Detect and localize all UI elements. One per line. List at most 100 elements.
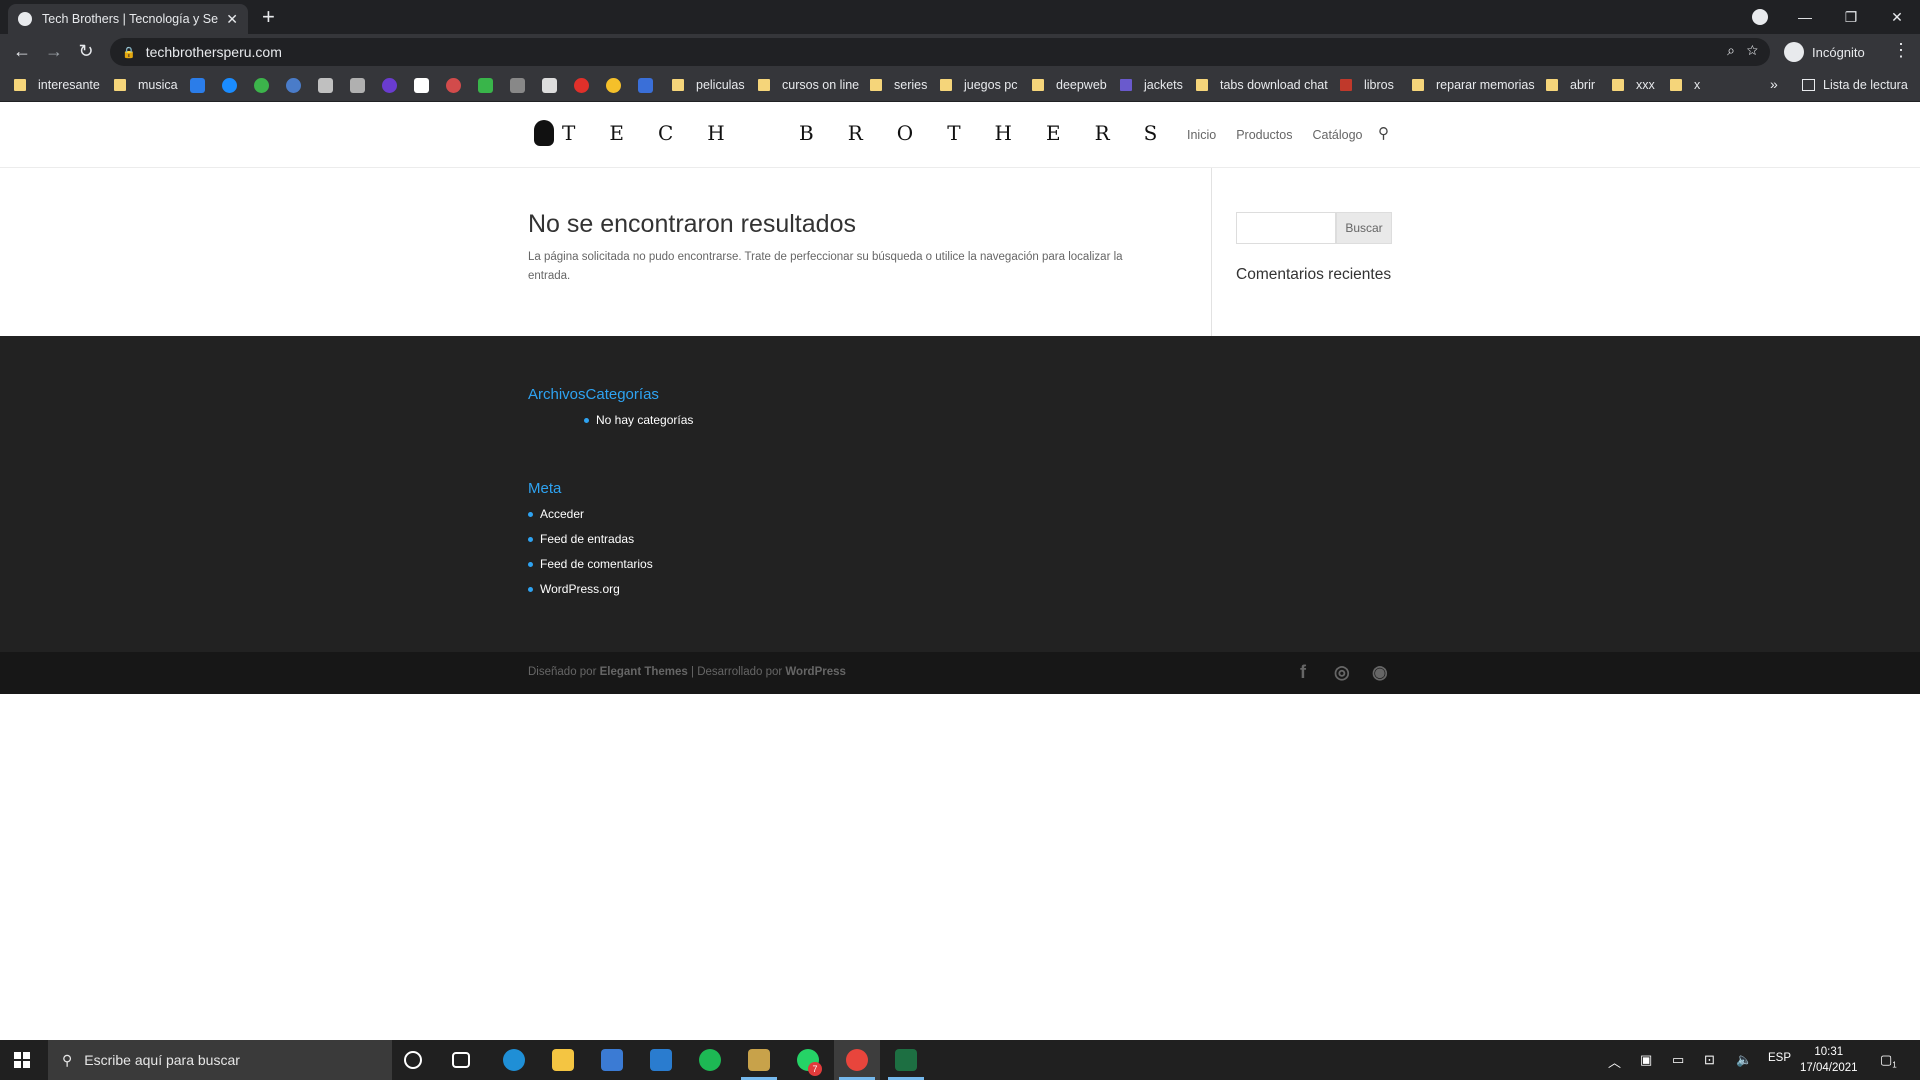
tray-chevron-icon[interactable]: ︿: [1608, 1052, 1621, 1071]
bookmark-icon[interactable]: [382, 78, 397, 93]
tray-app-icon[interactable]: ▣: [1640, 1052, 1652, 1068]
chrome-icon[interactable]: [846, 1049, 868, 1071]
bookmark-deepweb[interactable]: deepweb: [1032, 78, 1107, 92]
edge-icon[interactable]: [503, 1049, 525, 1071]
bookmark-icon[interactable]: [542, 78, 557, 93]
bookmark-icon[interactable]: [510, 78, 525, 93]
search-button[interactable]: Buscar: [1336, 212, 1392, 244]
bookmark-icon[interactable]: [606, 78, 621, 93]
instagram-icon[interactable]: ◎: [1334, 662, 1350, 683]
close-tab-icon[interactable]: ✕: [226, 11, 238, 28]
volume-icon[interactable]: 🔈: [1736, 1052, 1752, 1068]
incognito-badge[interactable]: Incógnito: [1784, 39, 1865, 65]
tab-search-icon[interactable]: [1752, 9, 1768, 25]
main-content: No se encontraron resultados La página s…: [0, 168, 1920, 336]
not-found-message: La página solicitada no pudo encontrarse…: [528, 251, 1123, 282]
list-item: No hay categorías: [584, 412, 693, 437]
task-view-icon[interactable]: [452, 1052, 470, 1068]
bookmark-libros[interactable]: libros: [1340, 78, 1394, 92]
meta-link-feed-comentarios[interactable]: Feed de comentarios: [528, 556, 653, 581]
lock-icon: 🔒: [122, 46, 136, 59]
windows-start-icon[interactable]: [14, 1052, 30, 1068]
spotify-icon[interactable]: [699, 1049, 721, 1071]
nav-catalogo[interactable]: Catálogo: [1312, 128, 1362, 142]
nav-productos[interactable]: Productos: [1236, 128, 1292, 142]
bookmark-icon[interactable]: [638, 78, 653, 93]
browser-tab[interactable]: Tech Brothers | Tecnología y Servicios ✕: [8, 4, 248, 34]
league-icon[interactable]: [748, 1049, 770, 1071]
meta-link-feed-entradas[interactable]: Feed de entradas: [528, 531, 653, 556]
folder-icon: [1120, 79, 1132, 91]
bookmark-jackets[interactable]: jackets: [1120, 78, 1183, 92]
excel-icon[interactable]: [895, 1049, 917, 1071]
folder-icon: [1546, 79, 1558, 91]
bookmark-icon[interactable]: [350, 78, 365, 93]
language-indicator[interactable]: ESP: [1768, 1052, 1791, 1064]
taskbar-search-box[interactable]: ⚲ Escribe aquí para buscar: [48, 1040, 392, 1080]
bookmark-icon[interactable]: [414, 78, 429, 93]
bookmarks-bar: interesante musica peliculas cursos on l…: [0, 70, 1920, 102]
meta-link-acceder[interactable]: Acceder: [528, 506, 653, 531]
folder-icon: [1612, 79, 1624, 91]
download-bookmark-icon[interactable]: [190, 78, 205, 93]
restore-icon[interactable]: ❐: [1828, 0, 1874, 34]
close-window-icon[interactable]: ✕: [1874, 0, 1920, 34]
bookmark-series[interactable]: series: [870, 78, 927, 92]
bookmark-icon[interactable]: [318, 78, 333, 93]
battery-icon[interactable]: ▭: [1672, 1052, 1684, 1068]
bookmark-icon[interactable]: [478, 78, 493, 93]
site-footer: ArchivosCategorías No hay categorías Met…: [0, 336, 1920, 652]
bookmark-tabs-download[interactable]: tabs download chat: [1196, 78, 1328, 92]
address-bar[interactable]: 🔒 techbrothersperu.com ⌕ ☆: [110, 38, 1770, 66]
facebook-icon[interactable]: f: [1300, 662, 1306, 683]
search-icon[interactable]: ⚲: [1378, 124, 1389, 142]
folder-icon: [758, 79, 770, 91]
store-icon[interactable]: [601, 1049, 623, 1071]
footer-categorias-title: Categorías: [585, 386, 659, 403]
bookmark-x[interactable]: x: [1670, 78, 1700, 92]
bookmark-icon[interactable]: [286, 78, 301, 93]
back-icon[interactable]: ←: [10, 41, 34, 62]
bookmark-icon[interactable]: [254, 78, 269, 93]
taskbar-clock[interactable]: 10:31 17/04/2021: [1800, 1044, 1858, 1076]
main-nav: Inicio Productos Catálogo: [1187, 128, 1363, 142]
cortana-icon[interactable]: [404, 1051, 422, 1069]
notifications-icon[interactable]: ▢1: [1880, 1052, 1897, 1070]
sidebar-search-input[interactable]: [1236, 212, 1336, 244]
bookmark-interesante[interactable]: interesante: [14, 78, 100, 92]
bookmark-icon[interactable]: [222, 78, 237, 93]
bookmark-xxx[interactable]: xxx: [1612, 78, 1655, 92]
folder-icon: [940, 79, 952, 91]
nav-inicio[interactable]: Inicio: [1187, 128, 1216, 142]
wordpress-link[interactable]: WordPress: [785, 666, 846, 678]
new-tab-button[interactable]: +: [262, 5, 275, 29]
mail-icon[interactable]: [650, 1049, 672, 1071]
logo-head-icon: [534, 120, 554, 146]
file-explorer-icon[interactable]: [552, 1049, 574, 1071]
network-icon[interactable]: ⊡: [1704, 1052, 1715, 1068]
forward-icon[interactable]: →: [42, 41, 66, 62]
folder-icon: [14, 79, 26, 91]
bookmarks-overflow-icon[interactable]: »: [1770, 76, 1778, 92]
zoom-star-icons[interactable]: ⌕ ☆: [1727, 42, 1758, 59]
elegant-themes-link[interactable]: Elegant Themes: [600, 666, 688, 678]
bookmark-cursos[interactable]: cursos on line: [758, 78, 859, 92]
reload-icon[interactable]: ↻: [74, 41, 98, 62]
rss-icon[interactable]: ◉: [1372, 662, 1388, 683]
bookmark-peliculas[interactable]: peliculas: [672, 78, 745, 92]
url-text: techbrothersperu.com: [145, 44, 282, 60]
reading-list-button[interactable]: Lista de lectura: [1802, 78, 1908, 92]
bookmark-icon[interactable]: [446, 78, 461, 93]
windows-taskbar: ⚲ Escribe aquí para buscar 7 ︿ ▣ ▭ ⊡ 🔈 E…: [0, 1040, 1920, 1080]
bookmark-reparar-memorias[interactable]: reparar memorias: [1412, 78, 1535, 92]
bookmark-juegos-pc[interactable]: juegos pc: [940, 78, 1018, 92]
meta-link-wordpress[interactable]: WordPress.org: [528, 581, 653, 606]
bookmark-icon[interactable]: [574, 78, 589, 93]
bookmark-abrir[interactable]: abrir: [1546, 78, 1595, 92]
site-logo[interactable]: TECH BROTHERS: [534, 120, 1191, 146]
menu-icon[interactable]: ⋮: [1892, 40, 1910, 61]
minimize-icon[interactable]: —: [1782, 0, 1828, 34]
bookmark-musica[interactable]: musica: [114, 78, 178, 92]
search-icon: ⚲: [62, 1051, 73, 1068]
folder-icon: [1196, 79, 1208, 91]
